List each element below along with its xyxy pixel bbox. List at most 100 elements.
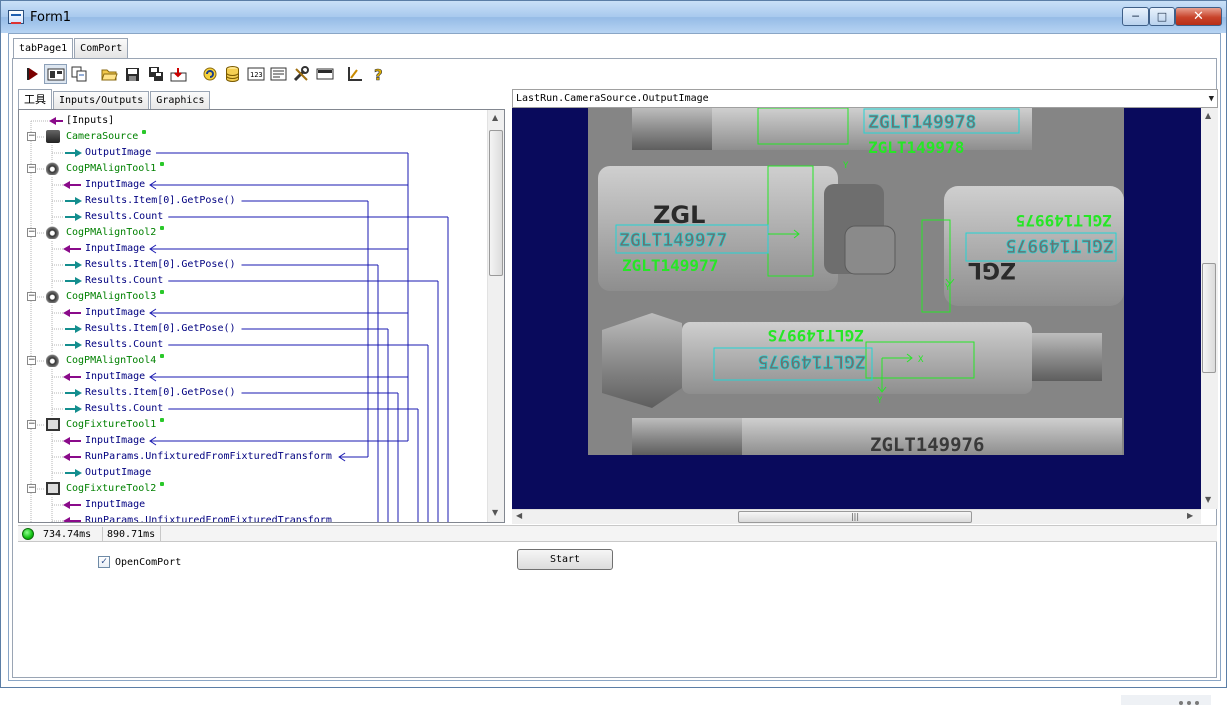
collapse-toggle-icon[interactable]: − bbox=[27, 292, 36, 301]
image-horizontal-scrollbar[interactable]: ◀ ||| ▶ bbox=[512, 509, 1201, 524]
tree-row-output[interactable]: Results.Count bbox=[85, 273, 163, 289]
output-arrow-icon bbox=[75, 325, 82, 333]
close-button[interactable]: ✕ bbox=[1175, 7, 1222, 26]
image-vertical-thumb[interactable] bbox=[1202, 263, 1216, 373]
input-arrow-icon bbox=[63, 501, 70, 509]
ocr-text-right: ZGLT149975 bbox=[1006, 235, 1114, 256]
collapse-toggle-icon[interactable]: − bbox=[27, 420, 36, 429]
tool-name: CogPMAlignTool1 bbox=[66, 163, 157, 174]
tree-vertical-scrollbar[interactable]: ▲ ▼ bbox=[487, 110, 504, 522]
tool-status-dot-icon bbox=[160, 162, 165, 166]
collapse-toggle-icon[interactable]: − bbox=[27, 132, 36, 141]
save-as-icon[interactable] bbox=[144, 64, 167, 84]
tree-row-output[interactable]: OutputImage bbox=[85, 145, 151, 161]
scroll-up-arrow-icon[interactable]: ▲ bbox=[1205, 111, 1211, 120]
tree-row-output[interactable]: OutputImage bbox=[85, 465, 151, 481]
tree-row-tool[interactable]: CogFixtureTool2 bbox=[66, 481, 165, 497]
fixture-icon bbox=[46, 418, 60, 431]
run-once-icon[interactable] bbox=[21, 64, 44, 84]
tree-row-inputs-node[interactable]: [Inputs] bbox=[66, 113, 114, 129]
tree-row-input[interactable]: InputImage bbox=[85, 497, 145, 513]
camera-image[interactable]: ZGL ZGL ZGLT149976 ZGLT149978 ZGLT149978… bbox=[512, 107, 1201, 509]
open-folder-icon[interactable] bbox=[98, 64, 121, 84]
tree-row-tool[interactable]: CogPMAlignTool4 bbox=[66, 353, 165, 369]
collapse-toggle-icon[interactable]: − bbox=[27, 228, 36, 237]
copy-icon[interactable] bbox=[67, 64, 90, 84]
scroll-down-arrow-icon[interactable]: ▼ bbox=[492, 508, 498, 517]
text-icon[interactable] bbox=[267, 64, 290, 84]
tab-tabpage1[interactable]: tabPage1 bbox=[13, 38, 74, 59]
image-source-select[interactable]: LastRun.CameraSource.OutputImage ▼ bbox=[512, 89, 1218, 108]
scroll-down-arrow-icon[interactable]: ▼ bbox=[1205, 495, 1211, 504]
tree-row-output[interactable]: Results.Item[0].GetPose() bbox=[85, 257, 236, 273]
dropdown-arrow-icon[interactable]: ▼ bbox=[1209, 91, 1214, 108]
tab-graphics[interactable]: Graphics bbox=[150, 91, 211, 110]
tree-row-tool[interactable]: CogPMAlignTool2 bbox=[66, 225, 165, 241]
checkbox-check-icon[interactable]: ✓ bbox=[98, 556, 110, 568]
import-icon[interactable] bbox=[167, 64, 190, 84]
tree-row-output[interactable]: Results.Item[0].GetPose() bbox=[85, 385, 236, 401]
maximize-button[interactable]: □ bbox=[1149, 7, 1175, 26]
tree-row-input[interactable]: InputImage bbox=[85, 305, 145, 321]
tool-panel-tabs: 工具 Inputs/Outputs Graphics bbox=[18, 89, 211, 110]
tree-row-output[interactable]: Results.Item[0].GetPose() bbox=[85, 321, 236, 337]
number-icon[interactable]: 123 bbox=[244, 64, 267, 84]
tree-row-input[interactable]: RunParams.UnfixturedFromFixturedTransfor… bbox=[85, 513, 332, 522]
tab-comport[interactable]: ComPort bbox=[74, 38, 129, 58]
debug-icon[interactable] bbox=[313, 64, 336, 84]
minimize-button[interactable]: ─ bbox=[1122, 7, 1149, 26]
database-icon[interactable] bbox=[221, 64, 244, 84]
tree-row-tool[interactable]: CameraSource bbox=[66, 129, 147, 145]
tree-row-output[interactable]: Results.Item[0].GetPose() bbox=[85, 193, 236, 209]
ocr-result-top: ZGLT149978 bbox=[868, 138, 964, 157]
scroll-left-arrow-icon[interactable]: ◀ bbox=[516, 511, 522, 520]
image-horizontal-thumb[interactable]: ||| bbox=[738, 511, 972, 523]
output-arrow-icon bbox=[75, 277, 82, 285]
tree-row-input[interactable]: InputImage bbox=[85, 241, 145, 257]
tree-row-tool[interactable]: CogFixtureTool1 bbox=[66, 417, 165, 433]
terminal-name: OutputImage bbox=[85, 467, 152, 478]
status-divider bbox=[160, 526, 161, 542]
image-display[interactable]: ZGL ZGL ZGLT149976 ZGLT149978 ZGLT149978… bbox=[512, 107, 1218, 509]
terminal-name: InputImage bbox=[85, 179, 146, 190]
client-area: tabPage1 ComPort 123 ? 工具 Inputs/Outputs… bbox=[8, 33, 1221, 705]
collapse-toggle-icon[interactable]: − bbox=[27, 484, 36, 493]
open-comport-checkbox[interactable]: ✓ OpenComPort bbox=[98, 556, 181, 568]
tool-name: CogPMAlignTool3 bbox=[66, 291, 157, 302]
tree-row-tool[interactable]: CogPMAlignTool3 bbox=[66, 289, 165, 305]
tree-row-output[interactable]: Results.Count bbox=[85, 209, 163, 225]
continuous-run-icon[interactable] bbox=[44, 64, 67, 84]
collapse-toggle-icon[interactable]: − bbox=[27, 164, 36, 173]
terminal-name: Results.Item[0].GetPose() bbox=[85, 323, 236, 334]
help-icon[interactable]: ? bbox=[367, 64, 390, 84]
tab-tools[interactable]: 工具 bbox=[18, 89, 52, 110]
start-button[interactable]: Start bbox=[517, 549, 613, 570]
pmalign-icon bbox=[46, 226, 60, 239]
tree-row-input[interactable]: InputImage bbox=[85, 369, 145, 385]
scroll-up-arrow-icon[interactable]: ▲ bbox=[492, 113, 498, 122]
open-comport-label: OpenComPort bbox=[115, 556, 182, 568]
tree-row-input[interactable]: InputImage bbox=[85, 433, 145, 449]
tree-row-output[interactable]: Results.Count bbox=[85, 401, 163, 417]
tree-scroll-thumb[interactable] bbox=[489, 130, 503, 276]
tool-status-dot-icon bbox=[160, 354, 165, 358]
save-icon[interactable] bbox=[121, 64, 144, 84]
bottom-part-code: ZGLT149976 bbox=[870, 434, 984, 456]
tree-row-output[interactable]: Results.Count bbox=[85, 337, 163, 353]
output-arrow-icon bbox=[75, 405, 82, 413]
toolbar-separator bbox=[336, 64, 344, 84]
tab-inputs-outputs[interactable]: Inputs/Outputs bbox=[53, 91, 150, 110]
tree-row-input[interactable]: RunParams.UnfixturedFromFixturedTransfor… bbox=[85, 449, 332, 465]
refresh-icon[interactable] bbox=[198, 64, 221, 84]
image-vertical-scrollbar[interactable]: ▲ ▼ bbox=[1201, 108, 1218, 509]
tools-icon[interactable] bbox=[290, 64, 313, 84]
measure-icon[interactable] bbox=[344, 64, 367, 84]
input-arrow-icon bbox=[63, 181, 70, 189]
collapse-toggle-icon[interactable]: − bbox=[27, 356, 36, 365]
terminal-name: Results.Item[0].GetPose() bbox=[85, 259, 236, 270]
tree-row-tool[interactable]: CogPMAlignTool1 bbox=[66, 161, 165, 177]
resize-grip-icon[interactable] bbox=[1121, 695, 1211, 705]
tree-row-input[interactable]: InputImage bbox=[85, 177, 145, 193]
tool-name: CogFixtureTool1 bbox=[66, 419, 157, 430]
scroll-right-arrow-icon[interactable]: ▶ bbox=[1187, 511, 1193, 520]
